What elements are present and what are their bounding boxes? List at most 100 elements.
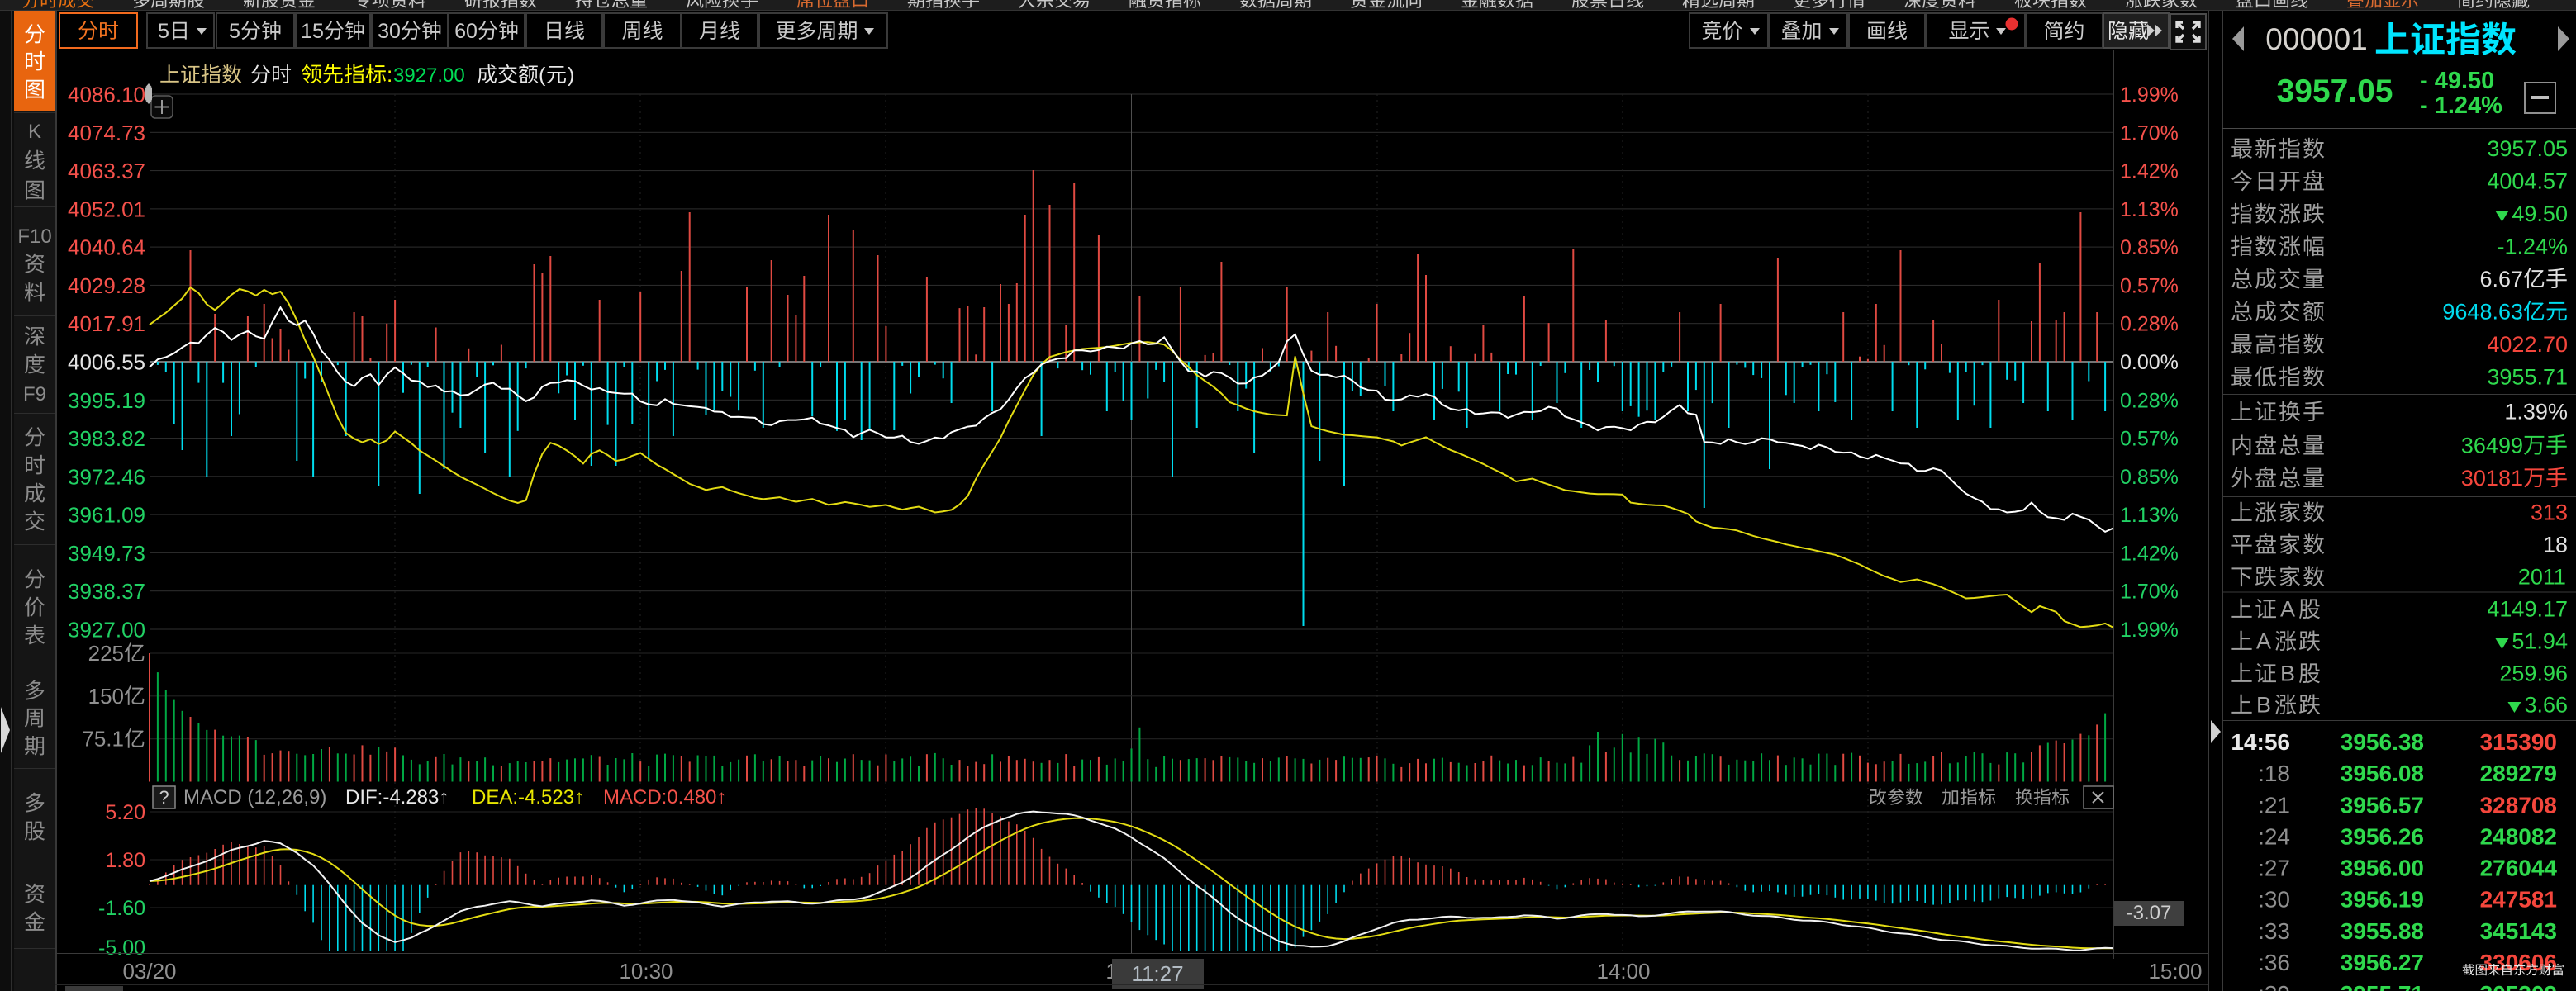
- svg-text:345143: 345143: [2480, 918, 2557, 944]
- svg-text:3961.09: 3961.09: [68, 503, 145, 528]
- svg-text:0.85%: 0.85%: [2120, 466, 2179, 489]
- svg-text:276044: 276044: [2480, 856, 2558, 881]
- svg-text:3956.27: 3956.27: [2341, 950, 2424, 975]
- svg-text:1.70%: 1.70%: [2120, 581, 2179, 604]
- svg-text:6.67: 6.67: [2480, 267, 2524, 292]
- svg-text:3927.00: 3927.00: [68, 618, 145, 642]
- svg-text:3955.71: 3955.71: [2487, 365, 2568, 390]
- svg-text:0.85%: 0.85%: [2120, 236, 2179, 259]
- svg-text:36499: 36499: [2461, 434, 2523, 458]
- svg-text:0.57%: 0.57%: [2120, 274, 2179, 297]
- svg-text:248082: 248082: [2480, 823, 2557, 849]
- svg-text:-5.00: -5.00: [98, 936, 145, 960]
- svg-text:000001: 000001: [2265, 22, 2367, 56]
- svg-text:3956.19: 3956.19: [2341, 887, 2424, 913]
- svg-text:3995.19: 3995.19: [68, 388, 145, 413]
- svg-text:A: A: [2256, 629, 2271, 654]
- svg-text:150: 150: [88, 684, 124, 709]
- svg-text:↑: ↑: [439, 786, 449, 808]
- svg-text:315390: 315390: [2480, 729, 2557, 755]
- svg-text:4006.55: 4006.55: [68, 350, 145, 375]
- svg-text:4029.28: 4029.28: [68, 273, 145, 298]
- svg-text:03/20: 03/20: [122, 959, 176, 984]
- svg-text:51.94: 51.94: [2512, 629, 2568, 654]
- svg-text:0.00%: 0.00%: [2120, 351, 2179, 374]
- svg-text:15: 15: [301, 20, 324, 43]
- svg-text:-1.24%: -1.24%: [2498, 235, 2569, 259]
- svg-text:): ): [568, 64, 574, 87]
- svg-text:30: 30: [378, 20, 401, 43]
- svg-text:1.13%: 1.13%: [2120, 198, 2179, 221]
- svg-text:K: K: [28, 121, 41, 143]
- svg-text::39: :39: [2258, 981, 2290, 991]
- svg-text:4149.17: 4149.17: [2487, 597, 2568, 622]
- svg-text:3956.00: 3956.00: [2341, 856, 2424, 881]
- svg-text:-3.07: -3.07: [2127, 902, 2172, 924]
- svg-text:F9: F9: [23, 383, 46, 405]
- svg-text::36: :36: [2258, 950, 2290, 975]
- svg-text:↑: ↑: [574, 786, 584, 808]
- svg-text:B: B: [2280, 661, 2295, 686]
- svg-text:14:56: 14:56: [2231, 729, 2290, 755]
- svg-text::27: :27: [2258, 856, 2290, 881]
- svg-text:3956.57: 3956.57: [2341, 792, 2424, 818]
- svg-text:15:00: 15:00: [2148, 959, 2202, 984]
- svg-text:259.96: 259.96: [2499, 661, 2568, 686]
- svg-text:- 49.50: - 49.50: [2420, 68, 2494, 94]
- svg-text:49.50: 49.50: [2512, 202, 2568, 226]
- svg-text::33: :33: [2258, 918, 2290, 944]
- svg-text:- 1.24%: - 1.24%: [2420, 92, 2502, 119]
- svg-text:75.1: 75.1: [82, 727, 124, 752]
- svg-text:3956.08: 3956.08: [2341, 761, 2424, 786]
- svg-text:3972.46: 3972.46: [68, 464, 145, 489]
- svg-text:1.80: 1.80: [105, 849, 145, 872]
- svg-text:5: 5: [229, 20, 240, 43]
- svg-text:3956.26: 3956.26: [2341, 823, 2424, 849]
- svg-text:MACD:0.480: MACD:0.480: [603, 786, 716, 808]
- svg-text:289279: 289279: [2480, 761, 2557, 786]
- svg-text:60: 60: [454, 20, 478, 43]
- svg-text:MACD (12,26,9): MACD (12,26,9): [183, 786, 326, 808]
- svg-text:3949.73: 3949.73: [68, 541, 145, 566]
- svg-text:1.99%: 1.99%: [2120, 619, 2179, 642]
- svg-text:DIF:-4.283: DIF:-4.283: [345, 786, 439, 808]
- svg-text:-1.60: -1.60: [98, 897, 145, 920]
- svg-text:1.42%: 1.42%: [2120, 542, 2179, 565]
- svg-text:305209: 305209: [2480, 981, 2557, 991]
- svg-text:330606: 330606: [2480, 950, 2557, 975]
- svg-text:1.70%: 1.70%: [2120, 121, 2179, 145]
- svg-text:9648.63: 9648.63: [2442, 300, 2523, 325]
- svg-text:A: A: [2280, 597, 2295, 622]
- svg-text:3955.88: 3955.88: [2341, 918, 2424, 944]
- svg-text:(: (: [539, 64, 546, 87]
- svg-text:?: ?: [159, 787, 169, 808]
- svg-text::18: :18: [2258, 761, 2290, 786]
- svg-text:1.42%: 1.42%: [2120, 160, 2179, 183]
- svg-text:4022.70: 4022.70: [2487, 332, 2568, 357]
- svg-text:328708: 328708: [2480, 792, 2557, 818]
- svg-text:18: 18: [2543, 533, 2568, 557]
- svg-text:3955.71: 3955.71: [2341, 981, 2424, 991]
- svg-text:0.28%: 0.28%: [2120, 389, 2179, 412]
- svg-text:2011: 2011: [2518, 565, 2566, 590]
- svg-text:0.28%: 0.28%: [2120, 313, 2179, 336]
- svg-text:4052.01: 4052.01: [68, 197, 145, 221]
- svg-text:14:00: 14:00: [1596, 959, 1650, 984]
- svg-text:DEA:-4.523: DEA:-4.523: [472, 786, 574, 808]
- svg-text:4074.73: 4074.73: [68, 121, 145, 145]
- svg-text::24: :24: [2258, 823, 2290, 849]
- svg-text:4004.57: 4004.57: [2487, 169, 2568, 194]
- svg-text:4017.91: 4017.91: [68, 311, 145, 336]
- svg-text:3938.37: 3938.37: [68, 579, 145, 604]
- svg-text:3957.05: 3957.05: [2487, 136, 2568, 161]
- svg-text:4086.10: 4086.10: [68, 83, 145, 107]
- svg-text:10:30: 10:30: [619, 959, 673, 984]
- svg-text:4063.37: 4063.37: [68, 159, 145, 183]
- svg-text:5: 5: [158, 20, 169, 43]
- svg-text:1.99%: 1.99%: [2120, 83, 2179, 107]
- svg-text:F10: F10: [17, 225, 51, 248]
- svg-text:5.20: 5.20: [105, 801, 145, 824]
- svg-text:1.39%: 1.39%: [2504, 400, 2568, 424]
- svg-text:313: 313: [2531, 500, 2568, 525]
- svg-text:225: 225: [88, 641, 124, 666]
